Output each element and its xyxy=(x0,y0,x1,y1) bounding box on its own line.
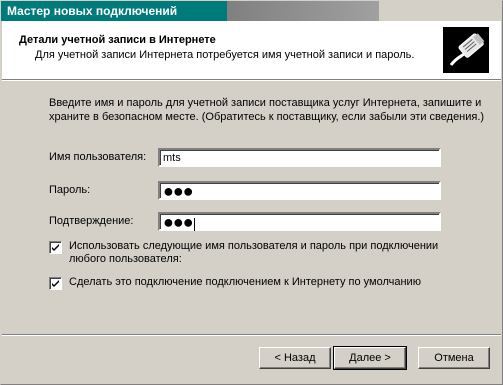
network-cable-icon xyxy=(443,27,489,73)
use-for-all-checkbox[interactable] xyxy=(49,241,62,254)
cancel-button[interactable]: Отмена xyxy=(418,347,490,369)
wizard-window: Мастер новых подключений Детали учетной … xyxy=(0,0,503,385)
window-title: Мастер новых подключений xyxy=(7,4,178,18)
default-connection-checkbox[interactable] xyxy=(49,277,62,290)
confirm-value: ●●● xyxy=(163,212,194,232)
back-button-label: < Назад xyxy=(274,352,316,364)
username-value: mts xyxy=(163,152,181,164)
instructions-text: Введите имя и пароль для учетной записи … xyxy=(49,97,485,123)
header-subtitle: Для учетной записи Интернета потребуется… xyxy=(35,49,415,61)
password-field[interactable]: ●●● xyxy=(158,181,441,200)
wizard-header: Детали учетной записи в Интернете Для уч… xyxy=(2,21,501,79)
title-bar[interactable]: Мастер новых подключений xyxy=(1,1,379,21)
footer-divider xyxy=(2,334,501,336)
title-bar-gradient xyxy=(227,1,379,21)
cancel-button-label: Отмена xyxy=(434,352,474,364)
checkmark-icon xyxy=(52,244,59,251)
default-connection-label[interactable]: Сделать это подключение подключением к И… xyxy=(69,276,421,289)
header-title: Детали учетной записи в Интернете xyxy=(19,34,216,46)
header-divider xyxy=(2,79,501,81)
password-label: Пароль: xyxy=(49,184,91,196)
username-field[interactable]: mts xyxy=(158,148,441,167)
username-label: Имя пользователя: xyxy=(49,151,147,163)
use-for-all-label[interactable]: Использовать следующие имя пользователя … xyxy=(69,240,469,266)
checkmark-icon xyxy=(52,280,59,287)
text-caret xyxy=(193,217,195,231)
confirm-label: Подтверждение: xyxy=(49,215,134,227)
password-value: ●●● xyxy=(163,181,194,201)
confirm-field[interactable]: ●●● xyxy=(158,212,441,231)
next-button[interactable]: Далее > xyxy=(333,346,407,370)
back-button[interactable]: < Назад xyxy=(259,347,331,369)
next-button-label: Далее > xyxy=(349,352,391,364)
